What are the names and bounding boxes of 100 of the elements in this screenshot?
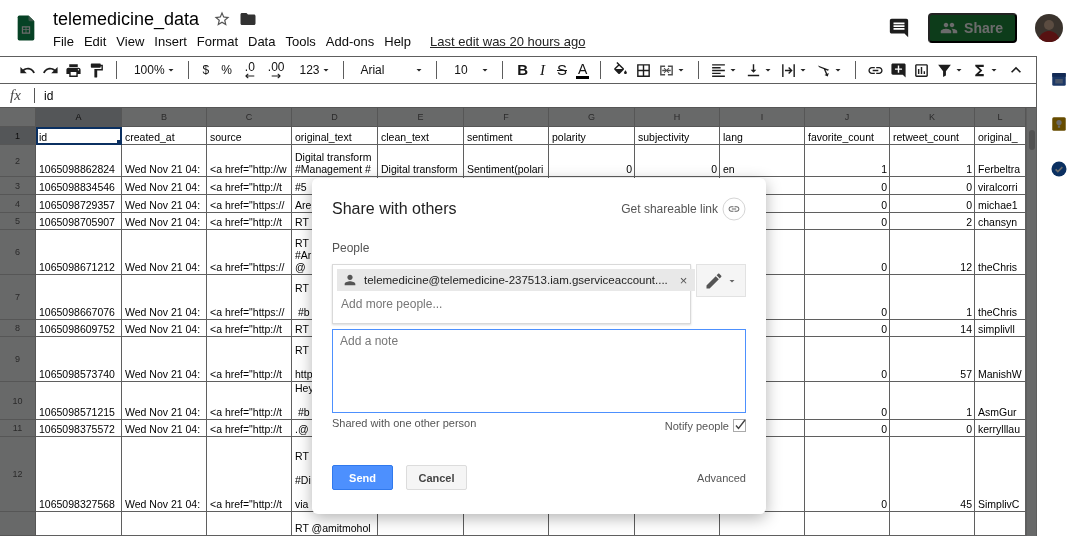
paint-roller-icon[interactable] — [88, 61, 105, 79]
table-cell: <a href="http://t — [207, 337, 292, 382]
table-cell: Digital transform #Management # — [292, 145, 378, 177]
italic-button[interactable]: I — [537, 64, 548, 76]
calendar-icon[interactable] — [1049, 70, 1068, 88]
currency-format-button[interactable]: $ — [199, 64, 213, 76]
align-left-icon[interactable] — [710, 61, 728, 79]
table-cell: 1 — [805, 145, 890, 177]
formula-input[interactable]: id — [44, 88, 54, 103]
section-label: People — [332, 241, 371, 255]
table-cell: 0 — [890, 195, 975, 213]
menu-item[interactable]: Help — [379, 32, 416, 50]
note-icon[interactable] — [1049, 115, 1068, 133]
table-cell: Wed Nov 21 04: — [122, 213, 207, 230]
table-cell: created_at — [122, 127, 207, 145]
table-cell: 0 — [805, 195, 890, 213]
increase-decimals-button[interactable]: .00 — [264, 61, 288, 79]
decrease-decimals-button[interactable]: .0 — [240, 61, 259, 79]
table-cell: Wed Nov 21 04: — [122, 337, 207, 382]
menu-item[interactable]: Add-ons — [320, 32, 380, 50]
menu-item[interactable]: Data — [243, 32, 281, 50]
borders-icon[interactable] — [635, 61, 653, 79]
table-cell: 0 — [890, 420, 975, 437]
text-wrap-icon[interactable] — [780, 61, 798, 79]
font-dropdown[interactable]: Arial — [354, 63, 426, 77]
table-cell: 1065098667076 — [36, 275, 122, 320]
check-circle-icon[interactable] — [1049, 160, 1068, 178]
menu-item[interactable]: View — [111, 32, 150, 50]
table-cell: 0 — [805, 437, 890, 512]
table-cell: 1065098671212 — [36, 230, 122, 275]
table-cell: Wed Nov 21 04: — [122, 177, 207, 195]
table-cell: 0 — [805, 230, 890, 275]
table-cell: 0 — [805, 213, 890, 230]
table-cell: Digital transform — [378, 145, 464, 177]
bold-button[interactable]: B — [514, 64, 531, 76]
table-cell: 0 — [805, 320, 890, 337]
add-comment-icon[interactable] — [889, 61, 907, 79]
table-cell: 0 — [805, 275, 890, 320]
table-cell: <a href="http://t — [207, 382, 292, 420]
table-cell: <a href="https:// — [207, 230, 292, 275]
document-title[interactable]: telemedicine_data — [53, 8, 200, 30]
percent-format-button[interactable]: % — [218, 64, 235, 76]
formula-label: fx — [9, 87, 22, 104]
table-cell: <a href="https:// — [207, 195, 292, 213]
table-cell: 2 — [890, 213, 975, 230]
sheets-logo-icon[interactable] — [16, 14, 36, 42]
menu-item[interactable]: Edit — [78, 32, 112, 50]
table-cell: id — [36, 127, 122, 145]
table-cell: original_text — [292, 127, 378, 145]
table-cell: 0 — [805, 337, 890, 382]
table-cell: 1 — [890, 382, 975, 420]
font-size-dropdown[interactable]: 10 — [448, 63, 492, 77]
arrow-icon — [270, 73, 283, 79]
print-icon[interactable] — [65, 61, 82, 79]
table-cell: 0 — [805, 382, 890, 420]
table-cell: <a href="http://w — [207, 145, 292, 177]
table-cell: 0 — [635, 145, 720, 177]
star-icon[interactable] — [213, 10, 232, 28]
table-cell: Wed Nov 21 04: — [122, 420, 207, 437]
comment-icon[interactable] — [888, 17, 911, 39]
table-cell: source — [207, 127, 292, 145]
menu-item[interactable]: Tools — [280, 32, 321, 50]
table-cell: Wed Nov 21 04: — [122, 320, 207, 337]
scrollbar[interactable] — [1029, 130, 1035, 150]
table-cell: Wed Nov 21 04: — [122, 230, 207, 275]
avatar[interactable] — [1035, 14, 1063, 42]
text-color-button[interactable]: A — [576, 61, 590, 79]
menu-item[interactable]: Insert — [149, 32, 192, 50]
shareable-link[interactable]: Get shareable link — [621, 202, 718, 216]
zoom-dropdown[interactable]: 100% — [127, 63, 177, 77]
remove-button[interactable]: × — [677, 272, 690, 288]
note-field[interactable]: Add a note — [332, 329, 746, 413]
table-cell: 12 — [890, 230, 975, 275]
table-cell: <a href="http://t — [207, 213, 292, 230]
permission-dropdown[interactable] — [696, 264, 746, 297]
menu-item[interactable]: Format — [191, 32, 243, 50]
table-cell: 1065098327568 — [36, 437, 122, 512]
table-cell: Sentiment(polari — [464, 145, 549, 177]
person-icon — [342, 272, 358, 288]
table-cell: 0 — [890, 177, 975, 195]
table-cell: <a href="http://t — [207, 177, 292, 195]
chart-icon[interactable] — [912, 61, 930, 79]
table-cell: 45 — [890, 437, 975, 512]
table-cell: Wed Nov 21 04: — [122, 437, 207, 512]
advanced-link[interactable]: Advanced — [697, 471, 746, 484]
table-cell: Wed Nov 21 04: — [122, 145, 207, 177]
table-cell: 0 — [805, 420, 890, 437]
table-cell: retweet_count — [890, 127, 975, 145]
last-edit-link[interactable]: Last edit was 20 hours ago — [430, 33, 586, 49]
folder-icon[interactable] — [239, 10, 258, 28]
cancel-button[interactable]: Cancel — [406, 465, 467, 490]
table-cell: 14 — [890, 320, 975, 337]
table-cell: Wed Nov 21 04: — [122, 195, 207, 213]
table-cell: 1065098862824 — [36, 145, 122, 177]
checkbox[interactable] — [733, 419, 746, 432]
number-format-dropdown[interactable]: 123 — [293, 63, 332, 77]
strikethrough-button[interactable]: S — [554, 64, 570, 76]
table-cell: clean_text — [378, 127, 464, 145]
table-cell: 57 — [890, 337, 975, 382]
menu-item[interactable]: File — [53, 32, 79, 50]
